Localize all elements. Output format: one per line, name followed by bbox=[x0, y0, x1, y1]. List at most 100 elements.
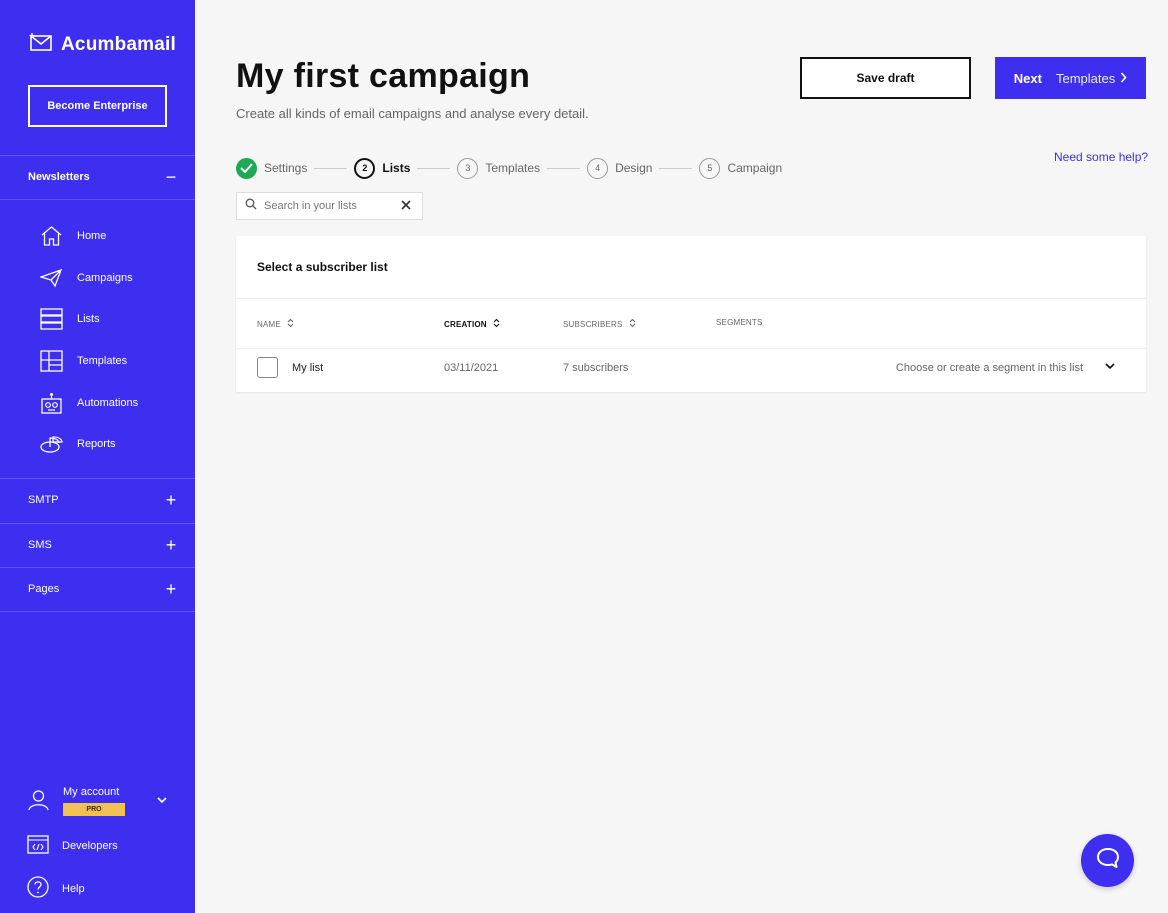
list-creation-date: 03/11/2021 bbox=[444, 362, 499, 374]
logo-text: Acumbamail bbox=[61, 33, 176, 55]
minus-icon: − bbox=[165, 167, 177, 187]
sidebar-item-lists[interactable]: Lists bbox=[40, 305, 100, 333]
step-settings[interactable]: Settings bbox=[236, 157, 308, 179]
column-header-name[interactable]: NAME bbox=[257, 318, 294, 330]
paper-plane-icon bbox=[40, 267, 63, 290]
search-icon bbox=[245, 197, 257, 215]
sidebar-item-reports[interactable]: Reports bbox=[40, 430, 116, 458]
step-campaign[interactable]: 5 Campaign bbox=[699, 157, 783, 179]
smtp-label: SMTP bbox=[28, 494, 59, 506]
column-header-creation[interactable]: CREATION bbox=[444, 318, 500, 330]
pages-label: Pages bbox=[28, 583, 60, 595]
subscriber-list-card: Select a subscriber list NAME CREATION S… bbox=[236, 236, 1146, 392]
sidebar-item-label: Home bbox=[77, 230, 107, 242]
pages-section-toggle[interactable]: Pages + bbox=[28, 579, 178, 599]
step-number: 5 bbox=[699, 157, 721, 179]
step-label: Templates bbox=[485, 161, 541, 175]
plus-icon: + bbox=[165, 490, 177, 510]
step-label: Settings bbox=[264, 161, 308, 175]
list-name: My list bbox=[292, 362, 324, 374]
help-label: Help bbox=[62, 882, 85, 895]
sidebar-item-label: Campaigns bbox=[77, 272, 133, 284]
chevron-right-icon bbox=[1120, 71, 1127, 86]
divider bbox=[0, 199, 195, 200]
need-help-link[interactable]: Need some help? bbox=[1054, 150, 1148, 164]
my-account-label: My account bbox=[63, 786, 120, 798]
check-icon bbox=[236, 157, 257, 179]
newsletters-label: Newsletters bbox=[28, 171, 90, 183]
sidebar-item-label: Automations bbox=[77, 397, 139, 409]
home-icon bbox=[40, 225, 63, 248]
plus-icon: + bbox=[165, 535, 177, 555]
chevron-down-icon bbox=[157, 795, 167, 807]
search-input[interactable] bbox=[264, 200, 394, 212]
list-subscribers: 7 subscribers bbox=[563, 362, 629, 374]
templates-icon bbox=[40, 350, 63, 373]
main-content: My first campaign Create all kinds of em… bbox=[195, 0, 1168, 913]
pie-chart-icon bbox=[40, 433, 63, 456]
sidebar-item-label: Reports bbox=[77, 438, 116, 450]
table-row: My list 03/11/2021 7 subscribers Choose … bbox=[236, 349, 1146, 392]
stepper: Settings 2 Lists 3 Templates 4 Design 5 … bbox=[236, 157, 782, 179]
developers-label: Developers bbox=[62, 840, 118, 852]
divider bbox=[236, 298, 1146, 299]
smtp-section-toggle[interactable]: SMTP + bbox=[28, 490, 178, 510]
step-connector bbox=[547, 167, 581, 169]
code-icon bbox=[27, 835, 49, 857]
user-icon bbox=[27, 788, 50, 814]
sidebar-item-campaigns[interactable]: Campaigns bbox=[40, 264, 133, 292]
sms-section-toggle[interactable]: SMS + bbox=[28, 535, 178, 555]
sidebar-item-templates[interactable]: Templates bbox=[40, 347, 127, 375]
divider bbox=[0, 478, 195, 479]
pro-badge: PRO bbox=[63, 803, 125, 816]
sidebar-item-label: Lists bbox=[77, 313, 100, 325]
column-label: CREATION bbox=[444, 319, 487, 329]
sidebar-item-home[interactable]: Home bbox=[40, 222, 106, 250]
chat-bubble-icon bbox=[1096, 847, 1120, 874]
step-label: Campaign bbox=[727, 161, 783, 175]
robot-icon bbox=[40, 392, 63, 415]
step-connector bbox=[659, 167, 693, 169]
clear-search-icon[interactable] bbox=[401, 197, 411, 215]
become-enterprise-button[interactable]: Become Enterprise bbox=[28, 85, 167, 127]
chevron-down-icon[interactable] bbox=[1105, 361, 1115, 373]
row-checkbox[interactable] bbox=[257, 357, 278, 378]
divider bbox=[0, 523, 195, 524]
sort-icon bbox=[629, 318, 636, 330]
my-account-menu[interactable]: My account PRO bbox=[27, 786, 167, 816]
next-button[interactable]: Next Templates bbox=[995, 57, 1146, 99]
step-label: Lists bbox=[382, 161, 411, 175]
column-label: SUBSCRIBERS bbox=[563, 319, 623, 329]
sms-label: SMS bbox=[28, 539, 52, 551]
next-label: Next bbox=[1013, 70, 1042, 86]
save-draft-button[interactable]: Save draft bbox=[800, 57, 971, 99]
page-subtitle: Create all kinds of email campaigns and … bbox=[236, 106, 589, 121]
next-target-label: Templates bbox=[1055, 70, 1116, 86]
list-icon bbox=[40, 308, 63, 331]
column-header-segments: SEGMENTS bbox=[716, 318, 763, 327]
step-connector bbox=[417, 167, 451, 169]
sidebar-item-help[interactable]: Help bbox=[27, 876, 85, 901]
sidebar: Acumbamail Become Enterprise Newsletters… bbox=[0, 0, 195, 913]
step-lists[interactable]: 2 Lists bbox=[354, 157, 411, 179]
sidebar-item-developers[interactable]: Developers bbox=[27, 835, 118, 857]
column-header-subscribers[interactable]: SUBSCRIBERS bbox=[563, 318, 636, 330]
newsletters-section-toggle[interactable]: Newsletters − bbox=[28, 168, 178, 186]
step-templates[interactable]: 3 Templates bbox=[457, 157, 541, 179]
plus-icon: + bbox=[165, 579, 177, 599]
step-number: 2 bbox=[354, 157, 376, 179]
divider bbox=[0, 611, 195, 612]
step-number: 4 bbox=[587, 157, 609, 179]
sort-icon bbox=[287, 318, 294, 330]
segment-select[interactable]: Choose or create a segment in this list bbox=[891, 362, 1083, 374]
sidebar-item-label: Templates bbox=[77, 355, 128, 367]
column-label: NAME bbox=[257, 319, 281, 329]
list-search bbox=[236, 192, 423, 220]
chat-support-button[interactable] bbox=[1081, 834, 1134, 887]
step-design[interactable]: 4 Design bbox=[587, 157, 652, 179]
sidebar-item-automations[interactable]: Automations bbox=[40, 389, 138, 417]
divider bbox=[0, 155, 195, 156]
logo[interactable]: Acumbamail bbox=[29, 33, 176, 56]
help-icon bbox=[27, 876, 49, 901]
account-block: My account PRO bbox=[63, 786, 125, 816]
